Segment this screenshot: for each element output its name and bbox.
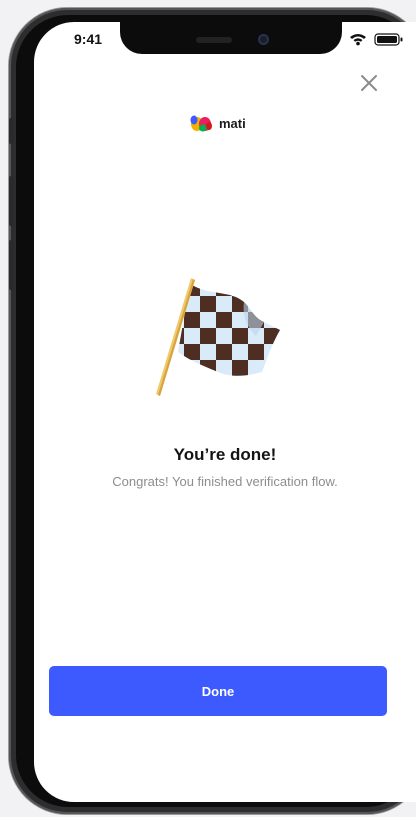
checkered-flag-icon	[156, 278, 280, 396]
page-subtitle: Congrats! You finished verification flow…	[112, 474, 338, 489]
front-camera	[258, 34, 269, 45]
close-icon	[361, 75, 377, 91]
close-button[interactable]	[358, 72, 380, 94]
status-icons	[348, 32, 406, 46]
device-notch	[120, 22, 342, 54]
status-time: 9:41	[74, 31, 103, 47]
mati-logo-icon	[190, 115, 212, 132]
page-title: You’re done!	[173, 445, 277, 464]
volume-up-button	[9, 176, 14, 226]
done-button[interactable]: Done	[49, 666, 387, 716]
logo-wordmark: mati	[219, 115, 246, 131]
app-screen: 9:41 mati You’re done! Congrats! You fin…	[34, 22, 416, 802]
wifi-icon	[350, 34, 366, 46]
mati-logo: mati	[189, 112, 246, 134]
silent-switch	[9, 118, 14, 144]
battery-icon	[374, 33, 403, 46]
volume-down-button	[9, 240, 14, 290]
speaker-grille	[196, 37, 232, 43]
